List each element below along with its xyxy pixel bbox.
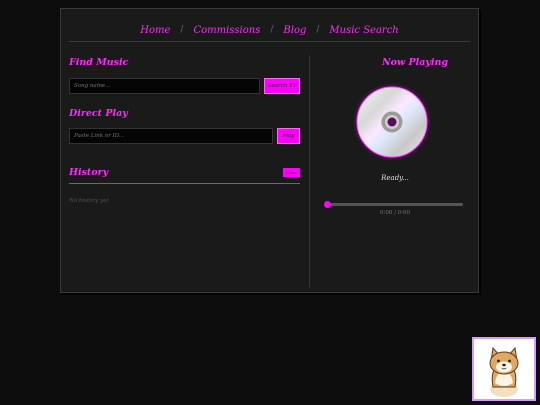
player-status: Ready... [381, 174, 409, 182]
direct-play-title: Direct Play [69, 108, 128, 119]
search-yt-button[interactable]: Search YT [264, 78, 300, 94]
history-title: History [69, 167, 109, 178]
top-nav: Home / Commissions / Blog / Music Search [69, 19, 470, 42]
nav-blog[interactable]: Blog [283, 25, 306, 36]
nav-separator: / [270, 25, 274, 35]
column-divider [309, 55, 310, 287]
nav-music-search[interactable]: Music Search [329, 25, 398, 36]
progress-knob[interactable] [324, 201, 331, 208]
time-readout: 0:00 / 0:00 [379, 210, 411, 216]
now-playing-title: Now Playing [381, 57, 449, 68]
play-button[interactable]: Play [277, 128, 300, 144]
direct-link-input[interactable] [69, 128, 273, 144]
nav-separator: / [180, 25, 184, 35]
main-panel: Home / Commissions / Blog / Music Search… [60, 8, 479, 293]
nav-separator: / [316, 25, 320, 35]
nav-commissions[interactable]: Commissions [193, 25, 260, 36]
clear-history-button[interactable]: Clear [283, 168, 300, 177]
find-music-title: Find Music [69, 57, 129, 68]
history-divider [69, 183, 300, 184]
song-search-input[interactable] [69, 78, 260, 94]
progress-slider[interactable] [324, 201, 463, 208]
shiba-dog-sticker [472, 337, 536, 401]
nav-home[interactable]: Home [140, 25, 170, 36]
history-empty-text: No history yet [69, 198, 109, 204]
cd-disc-icon [353, 83, 431, 161]
